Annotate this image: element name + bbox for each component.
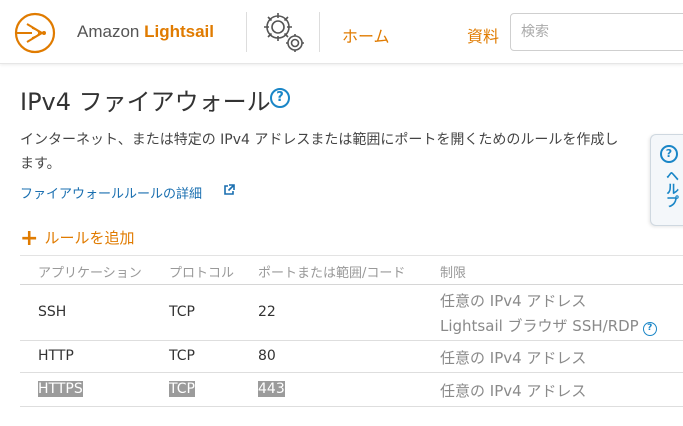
cell-restriction: 任意の IPv4 アドレス [440, 349, 587, 367]
help-question-icon: ? [660, 145, 678, 163]
cell-protocol: TCP [169, 304, 195, 320]
table-row-ssh[interactable]: SSH TCP 22 任意の IPv4 アドレス Lightsail ブラウザ … [20, 285, 683, 341]
table-header: アプリケーション プロトコル ポートまたは範囲/コード 制限 [20, 255, 683, 285]
cell-application: HTTPS [38, 381, 83, 397]
cell-protocol: TCP [169, 381, 195, 397]
cell-restriction: 任意の IPv4 アドレス [440, 292, 587, 310]
page-title: IPv4 ファイアウォール [20, 88, 271, 116]
browser-ssh-help-icon[interactable]: ? [642, 322, 657, 336]
help-tab-label: ヘルプ [663, 169, 678, 208]
settings-gear-icon[interactable] [258, 9, 308, 55]
table-row-http[interactable]: HTTP TCP 80 任意の IPv4 アドレス [20, 341, 683, 373]
brand-name: Lightsail [144, 22, 215, 41]
cell-protocol: TCP [169, 348, 195, 364]
column-header-protocol: プロトコル [169, 266, 235, 281]
add-rule-button[interactable]: + ルールを追加 [20, 226, 134, 251]
help-side-tab[interactable]: ? ヘルプ [650, 134, 683, 226]
column-header-port: ポートまたは範囲/コード [258, 266, 406, 281]
search-input[interactable] [510, 13, 683, 51]
nav-home-link[interactable]: ホーム [342, 23, 390, 47]
cell-port: 443 [258, 381, 285, 397]
brand-prefix: Amazon [77, 22, 140, 41]
browser-ssh-label: Lightsail ブラウザ SSH/RDP [440, 317, 639, 335]
header-divider [246, 12, 247, 52]
firewall-details-link[interactable]: ファイアウォールルールの詳細 [20, 183, 202, 202]
lightsail-logo-icon[interactable] [12, 10, 58, 56]
page-description: インターネット、または特定の IPv4 アドレスまたは範囲にポートを開くためのル… [20, 132, 619, 172]
plus-icon: + [20, 226, 39, 251]
brand-title[interactable]: Amazon Lightsail [77, 22, 214, 42]
cell-restriction: 任意の IPv4 アドレス [440, 382, 587, 400]
add-rule-label: ルールを追加 [44, 229, 135, 247]
cell-port: 80 [258, 348, 276, 364]
external-link-icon[interactable] [223, 184, 235, 196]
cell-application: HTTP [38, 348, 74, 364]
cell-application: SSH [38, 304, 67, 320]
table-row-https[interactable]: HTTPS TCP 443 任意の IPv4 アドレス [20, 373, 683, 407]
title-help-icon[interactable]: ? [270, 88, 290, 108]
header-divider [319, 12, 320, 52]
nav-docs-link[interactable]: 資料 [467, 23, 499, 47]
top-header: Amazon Lightsail ホーム 資料 [0, 0, 683, 64]
column-header-restriction: 制限 [440, 266, 467, 281]
cell-restriction-browser: Lightsail ブラウザ SSH/RDP? [440, 315, 657, 336]
column-header-application: アプリケーション [38, 266, 142, 281]
cell-port: 22 [258, 304, 276, 320]
